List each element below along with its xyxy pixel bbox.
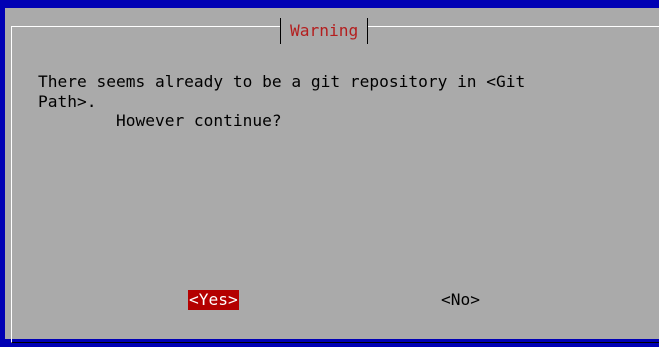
yes-button[interactable]: <Yes> <box>188 290 239 310</box>
dialog-message: There seems already to be a git reposito… <box>38 72 525 131</box>
no-button[interactable]: <No> <box>440 290 481 310</box>
message-line-2: Path>. <box>38 91 97 111</box>
dialog-title: Warning <box>290 20 359 40</box>
warning-dialog: Warning There seems already to be a git … <box>5 8 659 343</box>
dialog-title-bar: Warning <box>280 18 369 44</box>
message-line-1: There seems already to be a git reposito… <box>38 72 526 91</box>
message-line-3: However continue? <box>38 111 282 130</box>
